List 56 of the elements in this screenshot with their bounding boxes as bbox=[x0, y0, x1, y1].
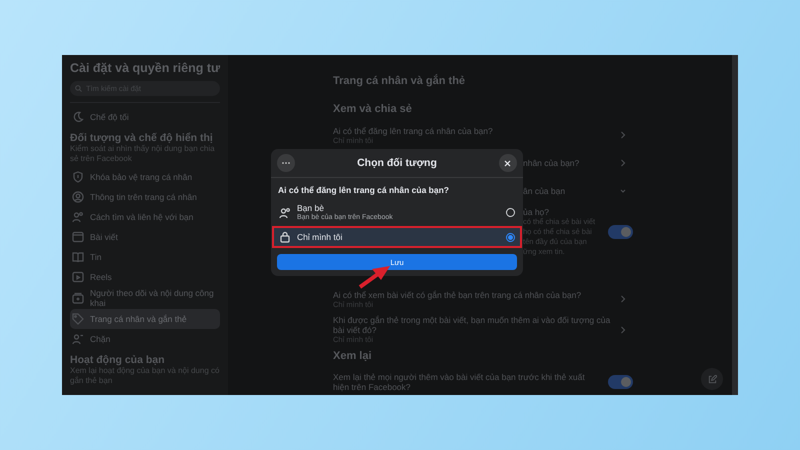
compose-button[interactable] bbox=[701, 368, 723, 390]
chevron-right-icon[interactable] bbox=[619, 326, 627, 334]
close-button[interactable] bbox=[498, 154, 517, 172]
people-icon bbox=[279, 206, 291, 218]
section-heading: Xem lại bbox=[333, 350, 373, 362]
more-button[interactable] bbox=[277, 154, 295, 172]
setting-label: Khi được gắn thẻ trong một bài viết, bạn muốn thêm ai vào đối tượng của bài viết đó? bbox=[333, 315, 611, 335]
shield-icon bbox=[72, 171, 84, 183]
sidebar-title: Cài đặt và quyền riêng tư bbox=[70, 61, 220, 75]
toggle-switch[interactable] bbox=[608, 375, 633, 389]
sidebar-item[interactable]: Thông tin trên trang cá nhân bbox=[70, 187, 220, 207]
close-icon bbox=[504, 160, 512, 166]
toggle-switch[interactable] bbox=[608, 225, 633, 239]
chevron-right-icon[interactable] bbox=[619, 159, 627, 167]
setting-text: ủa họ? bbox=[523, 207, 550, 217]
sidebar-item[interactable]: Khóa bảo vệ trang cá nhân bbox=[70, 167, 220, 187]
section-heading: Đối tượng và chế độ hiển thị bbox=[70, 132, 214, 144]
chevron-right-icon[interactable] bbox=[619, 295, 627, 303]
sidebar-item[interactable]: Bài viết bbox=[70, 227, 220, 247]
dialog-title: Chọn đối tượng bbox=[357, 157, 437, 169]
section-heading: Xem và chia sẻ bbox=[333, 103, 413, 115]
setting-text: nhân của bạn? bbox=[523, 158, 580, 168]
sidebar-item[interactable]: Chặn bbox=[70, 329, 220, 349]
lock-icon bbox=[279, 231, 291, 243]
setting-text: ân của bạn bbox=[523, 186, 566, 196]
sidebar-item[interactable]: Người theo dõi và nội dung công khai bbox=[70, 287, 220, 309]
sidebar-item[interactable]: Chế độ tối bbox=[70, 107, 220, 127]
people-icon bbox=[72, 211, 84, 223]
radio-button[interactable] bbox=[506, 232, 515, 242]
edit-icon bbox=[708, 374, 716, 384]
sidebar-item[interactable]: Reels bbox=[70, 267, 220, 287]
radio-button[interactable] bbox=[506, 208, 515, 217]
search-icon bbox=[75, 85, 82, 92]
block-user-icon bbox=[72, 333, 84, 345]
option-label: Bạn bè bbox=[297, 203, 325, 213]
setting-label: Xem lại thẻ mọi người thêm vào bài viết của bạn trước khi thẻ xuất hiện trên Facebook? bbox=[333, 372, 586, 392]
chevron-right-icon[interactable] bbox=[619, 131, 627, 139]
arrow-annotation bbox=[358, 265, 392, 289]
section-heading: Hoạt động của bạn bbox=[70, 354, 166, 366]
moon-icon bbox=[72, 111, 84, 123]
person-circle-icon bbox=[72, 191, 84, 203]
page-title: Trang cá nhân và gắn thẻ bbox=[333, 75, 466, 87]
sidebar-item[interactable]: Tin bbox=[70, 247, 220, 267]
audience-option[interactable]: Chỉ mình tôi bbox=[274, 228, 520, 246]
book-icon bbox=[72, 251, 84, 263]
option-label: Chỉ mình tôi bbox=[297, 232, 344, 242]
sidebar-item[interactable]: Trang cá nhân và gắn thẻ bbox=[70, 309, 220, 329]
setting-label: Ai có thể xem bài viết có gắn thẻ bạn trên trang cá nhân của bạn? bbox=[333, 290, 582, 300]
video-icon bbox=[72, 271, 84, 283]
chevron-down-icon[interactable] bbox=[619, 187, 627, 195]
box-icon bbox=[72, 292, 84, 304]
tag-icon bbox=[72, 313, 84, 325]
dialog-question: Ai có thể đăng lên trang cá nhân của bạn? bbox=[277, 184, 450, 197]
sidebar-item[interactable]: Cách tìm và liên hệ với bạn bbox=[70, 207, 220, 227]
post-icon bbox=[72, 231, 84, 243]
setting-label: Ai có thể đăng lên trang cá nhân của bạn? bbox=[333, 126, 493, 136]
